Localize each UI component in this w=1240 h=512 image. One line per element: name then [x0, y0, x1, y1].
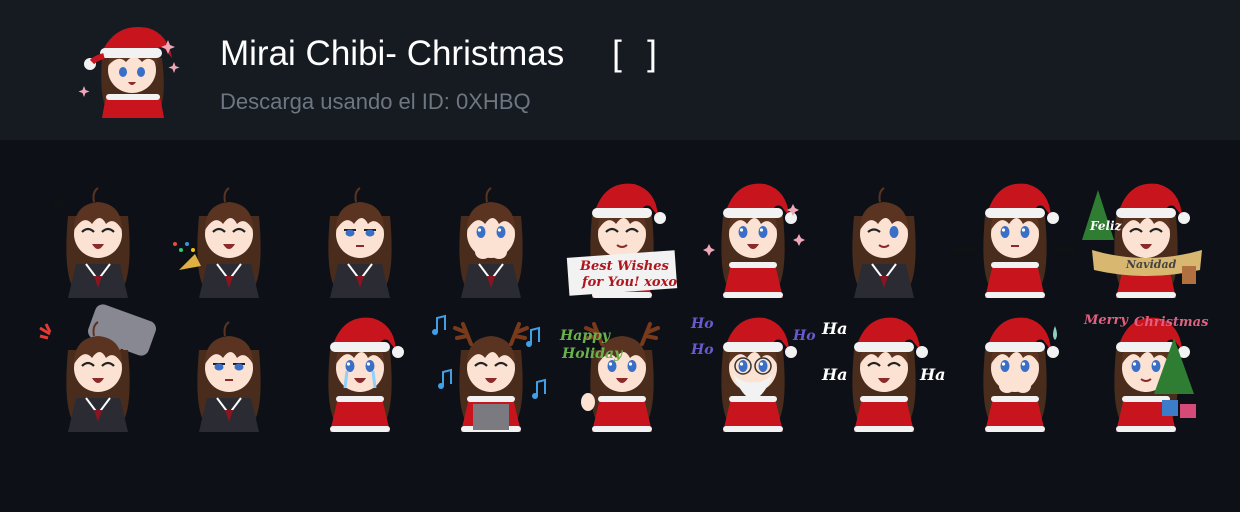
mirai-santa-icon [78, 27, 180, 118]
sticker-laughing-hand-mouth[interactable] [34, 170, 162, 298]
bracket-open-button[interactable]: [ [607, 34, 627, 74]
pack-title: Mirai Chibi- Christmas [220, 34, 565, 73]
pack-header: Mirai Chibi- Christmas [ ] Descarga usan… [0, 0, 1240, 140]
pack-id-text: Descarga usando el ID: 0XHBQ [220, 89, 531, 114]
sticker-ho-ho-ho-beard[interactable]: Ho Ho Ho [689, 304, 817, 432]
sticker-image [173, 187, 261, 298]
sticker-image: Ho Ho Ho [690, 316, 816, 432]
sticker-text: Happy [559, 328, 611, 344]
sticker-best-wishes-sign[interactable]: Best Wishes for You! xoxo [558, 170, 686, 298]
sticker-text: Ho [792, 328, 816, 344]
sticker-reindeer-singing[interactable] [427, 304, 555, 432]
pack-icon [76, 18, 184, 122]
sticker-nervous-sweat[interactable] [951, 304, 1079, 432]
sticker-crying-santa[interactable] [296, 304, 424, 432]
sticker-neutral-stare[interactable] [296, 170, 424, 298]
bracket-close-button[interactable]: ] [642, 34, 662, 74]
sticker-text: Feliz [1089, 219, 1123, 233]
sticker-image: Feliz Navidad [1082, 183, 1202, 298]
sticker-image [328, 187, 392, 298]
sticker-feliz-navidad-banner[interactable]: Feliz Navidad [1082, 170, 1210, 298]
sticker-image [459, 187, 523, 298]
sticker-ha-ha-ha-laugh[interactable]: Ha Ha Ha [820, 304, 948, 432]
sticker-merry-christmas-tree[interactable]: Merry Christmas [1082, 304, 1210, 432]
sticker-happy-holiday-antlers[interactable]: Happy Holiday [558, 304, 686, 432]
sticker-text: Ho [690, 316, 714, 332]
sticker-hands-together-pout[interactable] [165, 304, 293, 432]
sticker-image: Merry Christmas [1083, 313, 1209, 432]
sticker-text: Holiday [561, 346, 623, 362]
sticker-ellipsis-stare[interactable] [951, 170, 1079, 298]
sticker-party-popper[interactable] [165, 170, 293, 298]
sticker-wink-salute[interactable] [820, 170, 948, 298]
sticker-image [954, 183, 1076, 298]
sticker-image: Best Wishesfor You! xoxo [566, 183, 677, 298]
sticker-text: Ho [690, 342, 714, 358]
sticker-grid: Best Wishes for You! xoxo Feliz Navidad Happ… [34, 170, 1214, 432]
sticker-text: Navidad [1125, 258, 1177, 271]
sticker-text: Ha [919, 365, 945, 384]
sticker-angry-hammer[interactable] [34, 304, 162, 432]
sticker-image [983, 317, 1059, 432]
sticker-image [852, 187, 916, 298]
sticker-text: Merry [1083, 313, 1129, 328]
sticker-image: Ha Ha Ha [821, 317, 945, 432]
sticker-image [39, 304, 156, 432]
sticker-image: Happy Holiday [559, 322, 660, 432]
sticker-image [703, 183, 805, 298]
sticker-text: for You! xoxo [581, 275, 677, 290]
sticker-text: Ha [821, 365, 847, 384]
sticker-sparkles-happy[interactable] [689, 170, 817, 298]
sticker-text: Best Wishes [579, 259, 669, 274]
sticker-image [197, 321, 261, 432]
sticker-image [53, 187, 130, 298]
sticker-image [328, 317, 404, 432]
sticker-image [432, 314, 546, 432]
sticker-text: Ha [821, 319, 847, 338]
sticker-text: Christmas [1134, 315, 1209, 330]
sticker-hands-covering-mouth[interactable] [427, 170, 555, 298]
